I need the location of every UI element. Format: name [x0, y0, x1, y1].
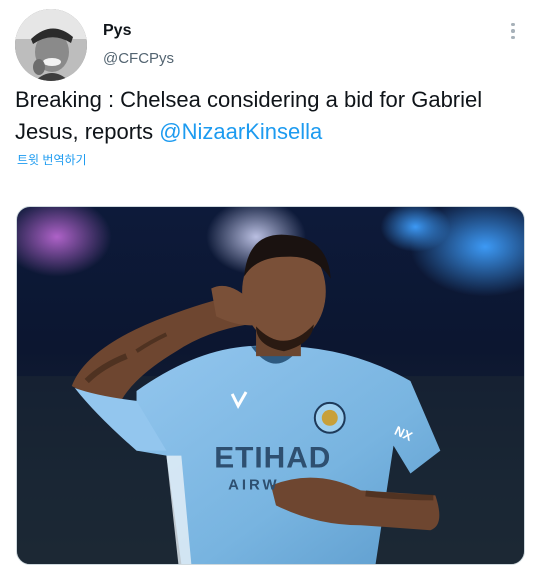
- tweet[interactable]: Pys @CFCPys Breaking : Chelsea consideri…: [0, 0, 540, 570]
- author-handle[interactable]: @CFCPys: [103, 50, 174, 67]
- avatar[interactable]: [15, 9, 87, 81]
- translate-tweet-link[interactable]: 트윗 번역하기: [17, 151, 87, 168]
- player-photo: ETIHAD AIRW NX: [17, 207, 524, 564]
- mention-link[interactable]: @NizaarKinsella: [159, 119, 322, 144]
- tweet-photo[interactable]: ETIHAD AIRW NX: [16, 206, 525, 565]
- tweet-text: Breaking : Chelsea considering a bid for…: [15, 84, 530, 148]
- shirt-sponsor-subtext: AIRW: [228, 476, 279, 493]
- more-options-icon[interactable]: [502, 18, 524, 44]
- author-display-name[interactable]: Pys: [103, 22, 131, 40]
- shirt-sponsor-text: ETIHAD: [214, 442, 331, 475]
- avatar-portrait-icon: [15, 9, 87, 81]
